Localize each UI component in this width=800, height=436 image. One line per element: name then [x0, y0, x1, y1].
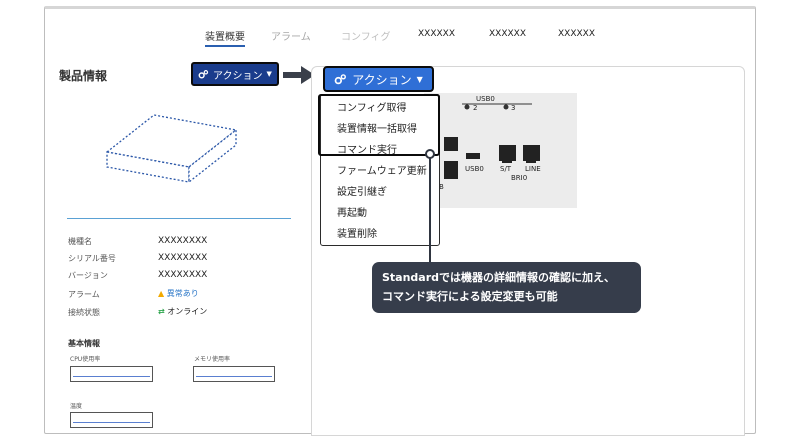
section-divider	[67, 218, 291, 219]
port2-label: 2	[473, 104, 478, 112]
memory-usage-label: メモリ使用率	[194, 356, 231, 363]
connection-status-text: オンライン	[167, 307, 208, 316]
bri0-label: BRI0	[511, 174, 528, 182]
menu-item-run-command[interactable]: コマンド実行	[337, 141, 397, 156]
temperature-graph	[70, 412, 153, 428]
alarm-label: アラーム	[68, 290, 100, 299]
product-info-title: 製品情報	[59, 69, 108, 83]
port3-label: 3	[511, 104, 516, 112]
action-button-small-label: アクション	[213, 70, 263, 82]
callout-tooltip: Standardでは機器の詳細情報の確認に加え、 コマンド実行による設定変更も可…	[372, 262, 641, 313]
callout-pointer-dot	[425, 149, 435, 159]
device-rear-image: USB0 2 3 USB0 S/T LINE BRI0 B	[424, 93, 577, 208]
model-name-value: XXXXXXXX	[158, 236, 208, 246]
version-label: バージョン	[68, 271, 108, 280]
line-label: LINE	[525, 165, 541, 173]
tab-alarm[interactable]: アラーム	[271, 28, 311, 43]
serial-number-value: XXXXXXXX	[158, 253, 208, 263]
connection-status: ⇄ オンライン	[158, 306, 207, 317]
menu-item-firmware-update[interactable]: ファームウェア更新	[337, 162, 427, 177]
menu-item-get-config[interactable]: コンフィグ取得	[337, 99, 407, 114]
sync-arrows-icon: ⇄	[158, 307, 165, 316]
gears-icon	[334, 73, 347, 84]
basic-info-title: 基本情報	[68, 339, 100, 348]
cpu-usage-label: CPU使用率	[70, 356, 101, 363]
temperature-label: 温度	[70, 403, 83, 410]
st-label: S/T	[500, 165, 512, 173]
menu-item-delete-device[interactable]: 装置削除	[337, 225, 377, 240]
model-name-label: 機種名	[68, 237, 92, 246]
version-value: XXXXXXXX	[158, 270, 208, 280]
callout-pointer-line	[429, 153, 431, 263]
usb0-top-label: USB0	[476, 95, 495, 103]
gears-icon	[198, 69, 209, 79]
tab-xxxxxx-1[interactable]: XXXXXX	[418, 29, 455, 39]
alarm-status: ▲ 異常あり	[158, 288, 199, 299]
device-ports-graphic	[444, 103, 540, 179]
action-button[interactable]: アクション ▼	[323, 66, 434, 92]
menu-item-bulk-device-info[interactable]: 装置情報一括取得	[337, 120, 417, 135]
action-button-label: アクション	[352, 72, 412, 87]
usb0-bottom-label: USB0	[465, 165, 484, 173]
action-button-small[interactable]: アクション ▼	[191, 62, 279, 86]
menu-item-settings-transfer[interactable]: 設定引継ぎ	[337, 183, 387, 198]
caret-down-icon: ▼	[416, 74, 423, 84]
tab-xxxxxx-2[interactable]: XXXXXX	[489, 29, 526, 39]
callout-line-1: Standardでは機器の詳細情報の確認に加え、	[382, 271, 616, 284]
tab-config[interactable]: コンフィグ	[341, 28, 391, 43]
memory-usage-graph	[193, 366, 275, 382]
callout-line-2: コマンド実行による設定変更も可能	[382, 290, 558, 303]
alarm-status-text: 異常あり	[166, 289, 199, 298]
device-box-illustration	[105, 114, 238, 184]
caret-down-icon: ▼	[266, 70, 272, 78]
serial-number-label: シリアル番号	[68, 254, 116, 263]
tab-xxxxxx-3[interactable]: XXXXXX	[558, 29, 595, 39]
tab-device-overview[interactable]: 装置概要	[205, 28, 245, 47]
connection-label: 接続状態	[68, 308, 100, 317]
menu-item-reboot[interactable]: 再起動	[337, 204, 367, 219]
cpu-usage-graph	[70, 366, 153, 382]
warning-icon: ▲	[158, 289, 165, 298]
